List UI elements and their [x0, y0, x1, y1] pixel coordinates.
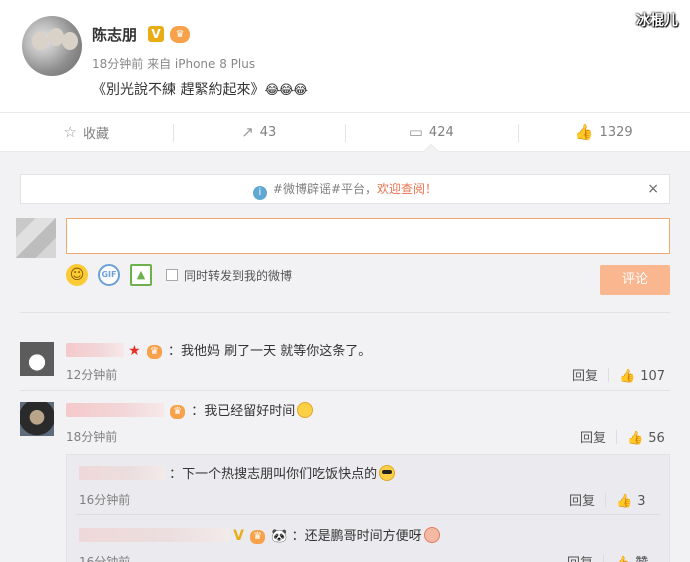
- thumb-up-icon[interactable]: 👍: [619, 369, 635, 384]
- repost-checkbox[interactable]: [166, 269, 178, 281]
- verified-v-icon[interactable]: V: [148, 26, 164, 42]
- thumb-up-icon[interactable]: 👍: [627, 431, 643, 446]
- member-crown-icon: ♛: [146, 345, 162, 359]
- submit-comment-button[interactable]: 评论: [600, 265, 670, 295]
- replier-name[interactable]: [79, 466, 165, 480]
- close-icon[interactable]: ×: [647, 175, 659, 203]
- notice-link[interactable]: 欢迎查阅！: [377, 182, 437, 196]
- panda-icon: 🐼: [271, 529, 288, 544]
- shy-emoji-icon: [423, 527, 440, 543]
- comment-text: ：我已经留好时间: [191, 404, 296, 419]
- member-crown-icon: ♛: [250, 530, 266, 544]
- thumb-up-icon: 👍: [574, 123, 594, 141]
- verified-v-icon: V: [233, 528, 244, 544]
- share-icon: ↗: [241, 123, 254, 141]
- reply-text: ：下一个热搜志朋叫你们吃饭快点的: [169, 467, 378, 482]
- reply-time: 16分钟前: [79, 493, 131, 507]
- star-badge-icon: ★: [128, 343, 141, 359]
- comment-item: ★ ♛ ：我他妈 刷了一天 就等你这条了。 12分钟前 回复 👍 107: [0, 312, 690, 384]
- like-button[interactable]: 👍 1329: [517, 113, 690, 151]
- thumb-up-icon[interactable]: 👍: [614, 556, 630, 562]
- gif-icon[interactable]: GIF: [98, 264, 120, 286]
- reply-button[interactable]: 回复: [569, 494, 595, 509]
- like-count: 赞: [635, 556, 648, 562]
- laugh-emoji-icon: [297, 402, 314, 418]
- commenter-avatar[interactable]: [20, 342, 54, 376]
- commenter-name[interactable]: [66, 403, 164, 417]
- post-header: 陈志朋 V ♛ 18分钟前 来自 iPhone 8 Plus 《別光說不練 趕緊…: [0, 0, 690, 112]
- star-outline-icon: ☆: [63, 123, 77, 141]
- rumor-notice: i #微博辟谣#平台，欢迎查阅！ ×: [20, 174, 670, 204]
- commenter-avatar[interactable]: [20, 402, 54, 436]
- divider: [76, 514, 660, 515]
- laugh-emoji-icon: 😂😂😂: [264, 83, 308, 98]
- reply-time: 16分钟前: [79, 555, 131, 562]
- reply-text: ：还是鹏哥时间方便呀: [291, 529, 422, 544]
- member-crown-icon: ♛: [170, 405, 186, 419]
- info-icon: i: [252, 186, 267, 200]
- favorite-button[interactable]: ☆ 收藏: [0, 113, 173, 151]
- comment-item: ♛ ：我已经留好时间 18分钟前 回复 👍 56: [0, 390, 690, 456]
- repost-button[interactable]: ↗ 43: [172, 113, 346, 151]
- reply-button[interactable]: 回复: [580, 431, 606, 446]
- reply-item: ：下一个热搜志朋叫你们吃饭快点的: [79, 463, 396, 482]
- comment-input[interactable]: [66, 218, 670, 254]
- like-count: 3: [637, 494, 646, 509]
- like-count: 56: [648, 431, 665, 446]
- reply-button[interactable]: 回复: [572, 369, 598, 384]
- action-bar: ☆ 收藏 ↗ 43 ▭ 424 👍 1329: [0, 112, 690, 152]
- reply-button[interactable]: 回复: [567, 556, 593, 562]
- author-name[interactable]: 陈志朋: [92, 24, 137, 45]
- comment-time: 18分钟前: [66, 430, 118, 444]
- cool-emoji-icon: [379, 465, 396, 481]
- emoji-icon[interactable]: ☺: [66, 264, 88, 286]
- comment-icon: ▭: [408, 123, 423, 141]
- reply-list: ：下一个热搜志朋叫你们吃饭快点的 16分钟前 回复 👍 3 V ♛ 🐼 ：还是鹏哥时…: [66, 454, 670, 562]
- author-avatar[interactable]: [22, 16, 82, 76]
- my-avatar: [16, 218, 56, 258]
- reply-item: V ♛ 🐼 ：还是鹏哥时间方便呀: [79, 525, 440, 544]
- post-meta: 18分钟前 来自 iPhone 8 Plus: [92, 57, 256, 71]
- image-icon[interactable]: ▲: [130, 264, 152, 286]
- commenter-name[interactable]: [66, 343, 124, 357]
- watermark: 冰棍儿: [636, 13, 678, 29]
- replier-name[interactable]: [79, 528, 229, 542]
- comment-text: ：我他妈 刷了一天 就等你这条了。: [167, 344, 372, 359]
- comment-area: i #微博辟谣#平台，欢迎查阅！ × ☺ GIF ▲ 同时转发到我的微博 评论 ★…: [0, 152, 690, 562]
- comment-time: 12分钟前: [66, 368, 118, 382]
- thumb-up-icon[interactable]: 👍: [616, 494, 632, 509]
- post-text: 《別光說不練 趕緊約起來》😂😂😂: [92, 82, 308, 98]
- repost-checkbox-label: 同时转发到我的微博: [184, 268, 293, 283]
- like-count: 107: [640, 369, 666, 384]
- member-crown-icon[interactable]: ♛: [170, 26, 190, 43]
- composer-tools: ☺ GIF ▲ 同时转发到我的微博: [66, 263, 292, 287]
